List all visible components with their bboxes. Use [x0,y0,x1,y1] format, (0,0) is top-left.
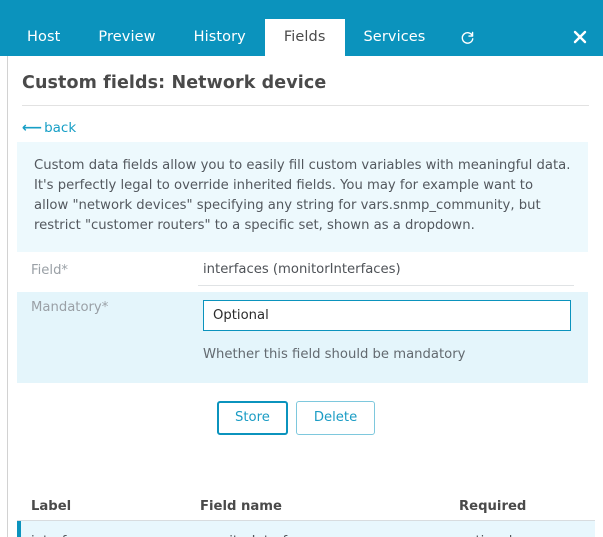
form-row-field: Field* interfaces (monitorInterfaces) [17,255,588,292]
store-button[interactable]: Store [217,401,288,436]
mandatory-control-wrap: Optional Whether this field should be ma… [198,292,588,383]
custom-field-form: Field* interfaces (monitorInterfaces) Ma… [17,255,588,436]
delete-button[interactable]: Delete [295,401,376,436]
tab-host[interactable]: Host [8,19,79,56]
mandatory-help-text: Whether this field should be mandatory [203,347,466,362]
tab-services[interactable]: Services [345,19,445,56]
field-value-wrap: interfaces (monitorInterfaces) [198,255,588,292]
back-link-label: back [44,120,77,136]
title-divider [22,105,589,106]
refresh-icon [460,30,475,45]
field-value: interfaces (monitorInterfaces) [198,261,574,286]
field-label: Field* [31,263,69,278]
mandatory-select[interactable]: Optional [203,300,571,331]
table-row[interactable]: interfaces monitorInterfaces optional [17,521,595,537]
tab-preview[interactable]: Preview [79,19,174,56]
column-header-label: Label [31,499,72,514]
mandatory-select-wrap: Optional [198,298,588,334]
back-link[interactable]: ⟵ back [22,120,76,136]
tab-fields[interactable]: Fields [264,19,345,56]
refresh-button[interactable] [444,19,493,56]
form-actions: Store Delete [17,383,588,436]
info-box: Custom data fields allow you to easily f… [17,142,588,253]
form-row-mandatory: Mandatory* Optional Whether this field s… [17,292,588,383]
tab-list: Host Preview History Fields Services [0,0,493,56]
column-header-field-name: Field name [200,499,282,514]
mandatory-label: Mandatory* [17,292,198,383]
page-title: Custom fields: Network device [22,73,327,93]
custom-fields-page: Host Preview History Fields Services Cus… [0,0,603,537]
tab-history[interactable]: History [175,19,265,56]
content-area: Custom fields: Network device ⟵ back Cus… [7,56,603,537]
custom-fields-table: Label Field name Required interfaces mon… [17,493,595,537]
column-header-required: Required [459,499,527,514]
arrow-left-icon: ⟵ [22,120,43,136]
tab-bar: Host Preview History Fields Services [0,0,603,56]
close-icon [573,30,587,44]
close-button[interactable] [569,26,591,48]
table-header-row: Label Field name Required [17,493,595,521]
